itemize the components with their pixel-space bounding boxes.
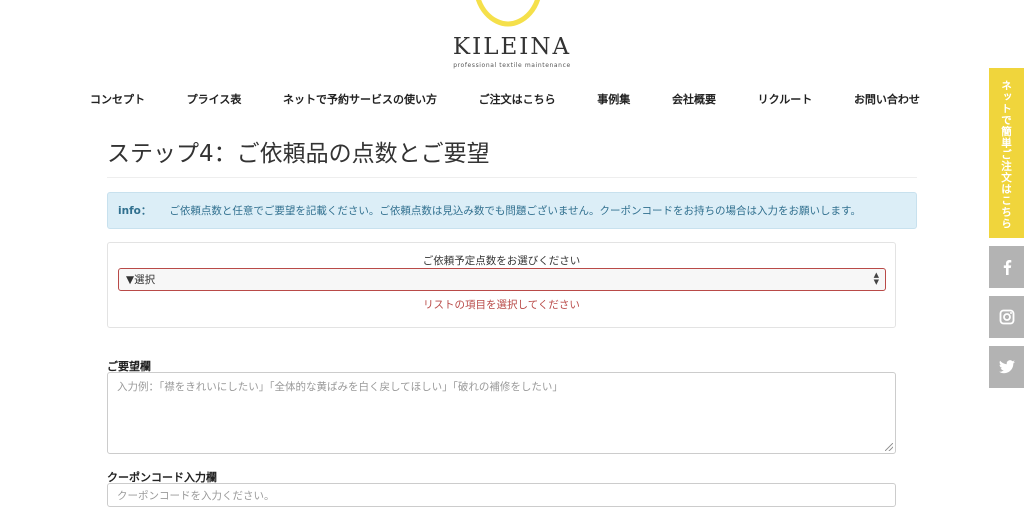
- instagram-icon: [999, 309, 1014, 325]
- request-textarea-placeholder: 入力例：「襟をきれいにしたい」「全体的な黄ばみを白く戻してほしい」「破れの補修を…: [117, 381, 563, 393]
- site-logo[interactable]: KILEINA: [0, 34, 1024, 60]
- title-divider: [107, 177, 917, 178]
- nav-item-company[interactable]: 会社概要: [672, 91, 716, 107]
- count-select-value: ▼選択: [126, 274, 156, 286]
- site-header: KILEINA professional textile maintenance: [0, 0, 1024, 80]
- side-order-button[interactable]: ネットで簡単ご注文はこちら: [989, 68, 1024, 238]
- nav-item-recruit[interactable]: リクルート: [758, 91, 813, 107]
- info-text: ご依頼点数と任意でご要望を記載ください。ご依頼点数は見込み数でも問題ございません…: [169, 205, 861, 217]
- nav-item-case-studies[interactable]: 事例集: [597, 91, 630, 107]
- resize-handle-icon[interactable]: [885, 443, 893, 451]
- main-nav: コンセプト プライス表 ネットで予約サービスの使い方 ご注文はこちら 事例集 会…: [90, 90, 920, 108]
- instagram-button[interactable]: [989, 296, 1024, 338]
- request-textarea[interactable]: 入力例：「襟をきれいにしたい」「全体的な黄ばみを白く戻してほしい」「破れの補修を…: [107, 372, 896, 454]
- logo-tagline: professional textile maintenance: [453, 62, 571, 69]
- facebook-icon: [1003, 260, 1011, 275]
- count-select-panel: ご依頼予定点数をお選びください ▼選択 ▲ ▼ リストの項目を選択してください: [107, 242, 896, 328]
- info-label: info：: [118, 205, 152, 217]
- facebook-button[interactable]: [989, 246, 1024, 288]
- page-title: ステップ4：ご依頼品の点数とご要望: [107, 141, 490, 167]
- nav-item-concept[interactable]: コンセプト: [90, 91, 145, 107]
- count-select[interactable]: ▼選択 ▲ ▼: [118, 268, 886, 291]
- logo-mark-icon: [476, 0, 540, 27]
- info-alert: info： ご依頼点数と任意でご要望を記載ください。ご依頼点数は見込み数でも問題…: [107, 192, 917, 229]
- coupon-input[interactable]: クーポンコードを入力ください。: [107, 483, 896, 507]
- nav-item-contact[interactable]: お問い合わせ: [854, 91, 920, 107]
- coupon-input-placeholder: クーポンコードを入力ください。: [117, 489, 275, 502]
- side-order-label: ネットで簡単ご注文はこちら: [1000, 80, 1012, 230]
- twitter-button[interactable]: [989, 346, 1024, 388]
- nav-item-how-to-use[interactable]: ネットで予約サービスの使い方: [283, 91, 437, 107]
- nav-item-price-list[interactable]: プライス表: [187, 91, 242, 107]
- nav-item-order[interactable]: ご注文はこちら: [479, 91, 556, 107]
- select-updown-icon: ▲ ▼: [873, 271, 879, 286]
- twitter-icon: [998, 360, 1015, 374]
- count-select-error: リストの項目を選択してください: [423, 299, 580, 311]
- count-select-label: ご依頼予定点数をお選びください: [422, 255, 581, 267]
